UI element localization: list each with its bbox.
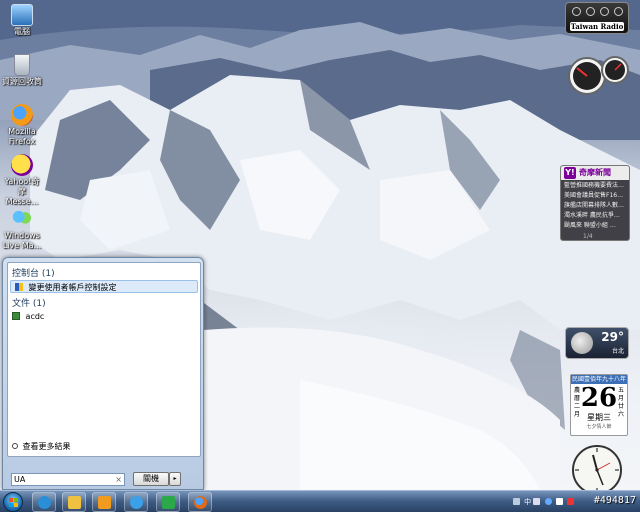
taskbar-media-player-button[interactable] <box>92 492 116 512</box>
uac-flag-icon <box>15 283 23 291</box>
yahoo-messenger-icon <box>11 154 33 176</box>
yahoo-logo-icon: Y! <box>564 167 576 179</box>
taskbar-app-green-button[interactable] <box>156 492 180 512</box>
recycle-bin-icon <box>14 54 30 76</box>
search-results-panel: 控制台 (1) 變更使用者帳戶控制設定 文件 (1) acdc 查看更多結果 <box>7 262 201 457</box>
result-group-control-panel[interactable]: 控制台 (1) <box>8 263 200 280</box>
search-input-value: UA <box>14 475 26 484</box>
image-file-icon <box>12 312 20 320</box>
desktop-icon-label: 電腦 <box>14 27 30 36</box>
result-item-uac-settings[interactable]: 變更使用者帳戶控制設定 <box>10 280 198 293</box>
start-menu: 控制台 (1) 變更使用者帳戶控制設定 文件 (1) acdc 查看更多結果 U… <box>2 257 204 490</box>
yahoo-news-gadget[interactable]: Y! 奇摩新聞 藍營推國務機要費法… 美國會議員促售F16… 旗艦店開幕排隊人數… <box>560 165 630 241</box>
start-search-input[interactable]: UA × <box>11 473 125 486</box>
cpu-meter-icon <box>568 56 629 95</box>
desktop-icon-yahoo-messenger[interactable]: Yahoo!奇摩 Messe... <box>2 154 42 207</box>
news-header: Y! 奇摩新聞 <box>561 166 629 180</box>
clear-search-icon[interactable]: × <box>115 474 122 485</box>
radio-station-name: Taiwan Radio <box>570 22 624 31</box>
desktop-icon-label: Mozilla Firefox <box>8 127 36 146</box>
watermark-text: #494817 <box>593 495 636 506</box>
internet-explorer-icon <box>38 496 51 509</box>
speaker-icon <box>600 7 609 16</box>
system-tray: 中 <box>512 493 576 511</box>
input-method-indicator[interactable]: 中 <box>524 498 531 506</box>
radio-gadget[interactable]: Taiwan Radio <box>565 2 629 34</box>
start-button[interactable] <box>3 492 23 512</box>
tray-app-icon[interactable] <box>567 498 574 505</box>
calendar-lunar-day: 五月廿六 <box>617 387 624 418</box>
speaker-icon <box>614 7 623 16</box>
desktop-icon-firefox[interactable]: Mozilla Firefox <box>2 104 42 147</box>
windows-logo-icon <box>9 498 18 507</box>
weather-temperature: 29° <box>601 330 624 344</box>
news-item[interactable]: 美國會議員促售F16… <box>564 191 626 201</box>
firefox-icon <box>194 496 207 509</box>
desktop-icon-computer[interactable]: 電腦 <box>2 4 42 37</box>
action-center-icon[interactable] <box>555 498 563 505</box>
speaker-icon <box>586 7 595 16</box>
news-item[interactable]: 颱風來 聯盟小組 … <box>564 221 626 231</box>
see-more-results-link[interactable]: 查看更多結果 <box>12 441 71 452</box>
network-icon[interactable] <box>512 498 520 505</box>
result-item-label: 變更使用者帳戶控制設定 <box>28 283 117 292</box>
media-player-icon <box>98 496 111 509</box>
computer-icon <box>11 4 33 26</box>
news-item[interactable]: 藍營推國務機要費法… <box>564 181 626 191</box>
see-more-label: 查看更多結果 <box>22 442 71 451</box>
search-icon <box>12 443 18 449</box>
shutdown-options-arrow[interactable]: ▸ <box>169 472 181 486</box>
result-group-documents[interactable]: 文件 (1) <box>8 293 200 310</box>
news-list: 藍營推國務機要費法… 美國會議員促售F16… 旗艦店開幕排隊人數… 濁水溪畔 農… <box>561 180 629 232</box>
shutdown-button[interactable]: 關機 <box>133 472 169 486</box>
windows-live-mail-icon <box>11 208 33 230</box>
volume-icon[interactable] <box>533 498 541 505</box>
result-item-acdc[interactable]: acdc <box>8 310 200 323</box>
taskbar: 中 <box>0 490 640 512</box>
news-item[interactable]: 濁水溪畔 農民抗爭… <box>564 211 626 221</box>
news-title: 奇摩新聞 <box>579 168 611 177</box>
taskbar-app-blue-button[interactable] <box>124 492 148 512</box>
folder-icon <box>68 496 81 509</box>
clock-gadget[interactable] <box>566 443 628 495</box>
calendar-gadget[interactable]: 民國壹佰年九十八年 農曆二月 五月廿六 26 星期三 七夕情人節 <box>570 374 628 436</box>
calendar-holiday: 七夕情人節 <box>586 424 612 430</box>
moon-icon <box>571 332 593 354</box>
weather-gadget[interactable]: 29° 台北 <box>565 327 629 359</box>
result-item-label: acdc <box>25 312 45 321</box>
desktop-icon-recycle-bin[interactable]: 資源回收筒 <box>2 54 42 87</box>
calendar-lunar-month: 農曆二月 <box>573 387 580 418</box>
desktop-icon-label: Windows Live Ma... <box>2 231 42 250</box>
news-pager[interactable]: 1/4 <box>561 232 629 242</box>
firefox-icon <box>11 104 33 126</box>
cpu-meter-gadget[interactable] <box>565 54 631 96</box>
messenger-icon <box>130 496 143 509</box>
desktop-icon-windows-live-mail[interactable]: Windows Live Ma... <box>2 208 42 251</box>
taskbar-explorer-button[interactable] <box>62 492 86 512</box>
desktop-icon-label: 資源回收筒 <box>2 77 42 86</box>
app-green-icon <box>162 496 175 509</box>
weather-city: 台北 <box>611 348 624 355</box>
news-item[interactable]: 旗艦店開幕排隊人數… <box>564 201 626 211</box>
taskbar-firefox-button[interactable] <box>188 492 212 512</box>
help-icon[interactable] <box>544 498 552 505</box>
speaker-icon <box>572 7 581 16</box>
taskbar-ie-button[interactable] <box>32 492 56 512</box>
clock-icon <box>572 445 622 495</box>
desktop-icon-label: Yahoo!奇摩 Messe... <box>4 177 40 206</box>
